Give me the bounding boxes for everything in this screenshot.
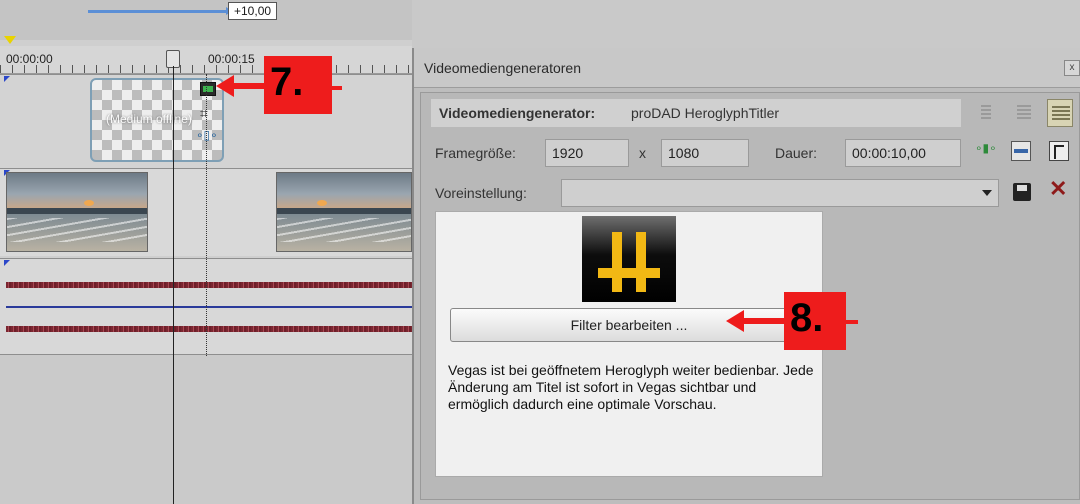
audio-waveform-left — [6, 282, 412, 288]
dialog-content: Videomediengenerator: proDAD HeroglyphTi… — [420, 92, 1080, 500]
dialog-titlebar[interactable]: Videomediengeneratoren x — [414, 48, 1080, 88]
step-8-callout: 8. — [784, 292, 846, 350]
track-corner-marker — [4, 76, 10, 82]
generator-header: Videomediengenerator: proDAD HeroglyphTi… — [431, 99, 961, 127]
playback-rate-value: +10,00 — [228, 2, 278, 20]
video-clip-thumbnail[interactable] — [276, 172, 412, 252]
preset-dropdown[interactable] — [561, 179, 999, 207]
frame-size-label: Framegröße: — [435, 145, 516, 161]
generated-media-icon[interactable] — [200, 82, 216, 96]
edit-filter-button[interactable]: Filter bearbeiten ... — [450, 308, 808, 342]
pan-crop-icon[interactable]: ∘▯∘ — [196, 128, 218, 142]
view-list-large-icon[interactable] — [1047, 99, 1073, 127]
ruler-label-marker: 00:00:15 — [208, 52, 255, 66]
step-7-callout: 7. — [264, 56, 332, 114]
audio-volume-line[interactable] — [6, 306, 412, 308]
plugin-panel: Filter bearbeiten ... Vegas ist bei geöf… — [435, 211, 823, 477]
duration-field[interactable]: 00:00:10,00 — [845, 139, 961, 167]
video-media-generator-dialog: Videomediengeneratoren x Videomediengene… — [412, 48, 1080, 504]
heroglyph-logo — [582, 216, 676, 302]
crop-icon[interactable]: ⌗ — [200, 106, 216, 120]
duration-label: Dauer: — [775, 145, 818, 161]
chevron-down-icon[interactable] — [982, 190, 992, 196]
properties-icon[interactable] — [1011, 141, 1031, 161]
ruler-ticks — [0, 65, 412, 73]
plugin-description: Vegas ist bei geöffnetem Heroglyph weite… — [448, 362, 814, 412]
clip-offline-label: (Medium offline) — [106, 112, 192, 126]
playback-rate-slider[interactable] — [88, 7, 232, 15]
frame-size-separator: x — [639, 145, 646, 161]
empty-track-area[interactable] — [0, 354, 412, 504]
annotation-tail-8 — [846, 320, 858, 324]
dialog-title: Videomediengeneratoren — [424, 60, 581, 76]
frame-width-field[interactable]: 1920 — [545, 139, 629, 167]
playhead-cursor[interactable] — [173, 66, 174, 504]
generator-label: Videomediengenerator: — [439, 105, 596, 121]
annotation-arrow-7 — [216, 75, 266, 97]
frame-height-field[interactable]: 1080 — [661, 139, 749, 167]
select-icon[interactable] — [1049, 141, 1069, 161]
generator-name: proDAD HeroglyphTitler — [631, 105, 780, 121]
close-icon[interactable]: x — [1064, 60, 1080, 76]
delete-preset-icon[interactable]: ✕ — [1049, 177, 1067, 201]
time-ruler[interactable]: 00:00:00 00:00:15 — [0, 46, 412, 74]
timeline-top-strip: +10,00 — [0, 0, 412, 40]
timeline-panel: +10,00 00:00:00 00:00:15 (Medium offline… — [0, 0, 412, 504]
preset-label: Voreinstellung: — [435, 185, 527, 201]
generated-media-clip[interactable]: (Medium offline) ⌗ ∘▯∘ — [90, 78, 224, 162]
marker-line — [206, 74, 207, 356]
track-corner-marker — [4, 260, 10, 266]
annotation-arrow-8 — [726, 310, 786, 332]
save-preset-icon[interactable] — [1013, 183, 1031, 201]
ruler-label-start: 00:00:00 — [6, 52, 53, 66]
view-list-small-icon[interactable] — [973, 99, 999, 127]
annotation-tail-7 — [332, 86, 342, 90]
view-list-medium-icon[interactable] — [1011, 99, 1037, 127]
video-clip-thumbnail[interactable] — [6, 172, 148, 252]
loop-region-marker[interactable] — [4, 36, 16, 44]
pan-crop-icon[interactable]: ∘▮∘ — [975, 141, 997, 161]
audio-waveform-right — [6, 326, 412, 332]
